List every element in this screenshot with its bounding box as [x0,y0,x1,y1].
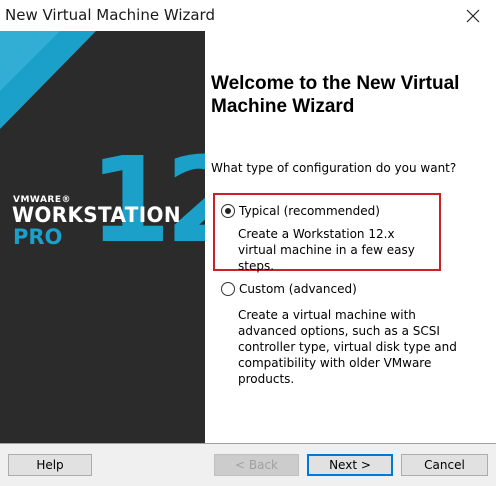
radio-typical-label: Typical (recommended) [239,204,380,218]
help-button[interactable]: Help [8,454,92,476]
radio-custom[interactable]: Custom (advanced) [221,282,357,296]
close-icon [466,9,480,22]
cancel-button[interactable]: Cancel [401,454,488,476]
radio-custom-indicator[interactable] [221,282,235,296]
back-button[interactable]: < Back [214,454,299,476]
title-bar: New Virtual Machine Wizard [0,0,496,31]
page-title: Welcome to the New Virtual Machine Wizar… [211,73,460,117]
window-title: New Virtual Machine Wizard [5,6,215,24]
product-name: WORKSTATION [12,203,181,227]
button-bar: Help < Back Next > Cancel [0,444,496,486]
product-edition: PRO [13,225,63,249]
radio-typical[interactable]: Typical (recommended) [221,204,380,218]
radio-custom-label: Custom (advanced) [239,282,357,296]
typical-description: Create a Workstation 12.x virtual machin… [238,227,415,273]
version-number: 12 [89,131,205,269]
close-button[interactable] [450,0,496,31]
next-button[interactable]: Next > [307,454,393,476]
wizard-content: Welcome to the New Virtual Machine Wizar… [205,31,496,443]
config-question: What type of configuration do you want? [211,161,457,175]
product-banner: 12 VMWARE® WORKSTATION PRO [0,31,205,443]
radio-typical-indicator[interactable] [221,204,235,218]
custom-description: Create a virtual machine with advanced o… [238,308,457,386]
